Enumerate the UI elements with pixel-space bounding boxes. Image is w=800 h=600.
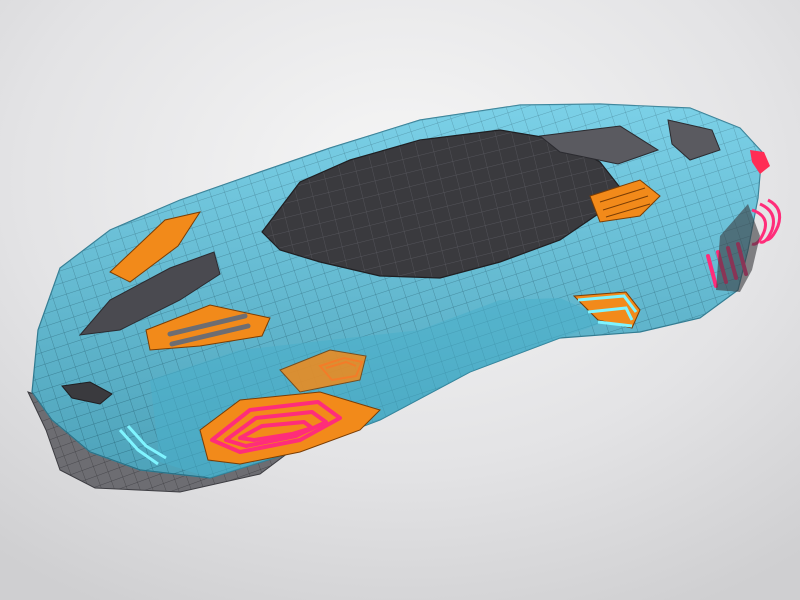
car-model: [27, 103, 782, 493]
viewport: [0, 0, 800, 600]
